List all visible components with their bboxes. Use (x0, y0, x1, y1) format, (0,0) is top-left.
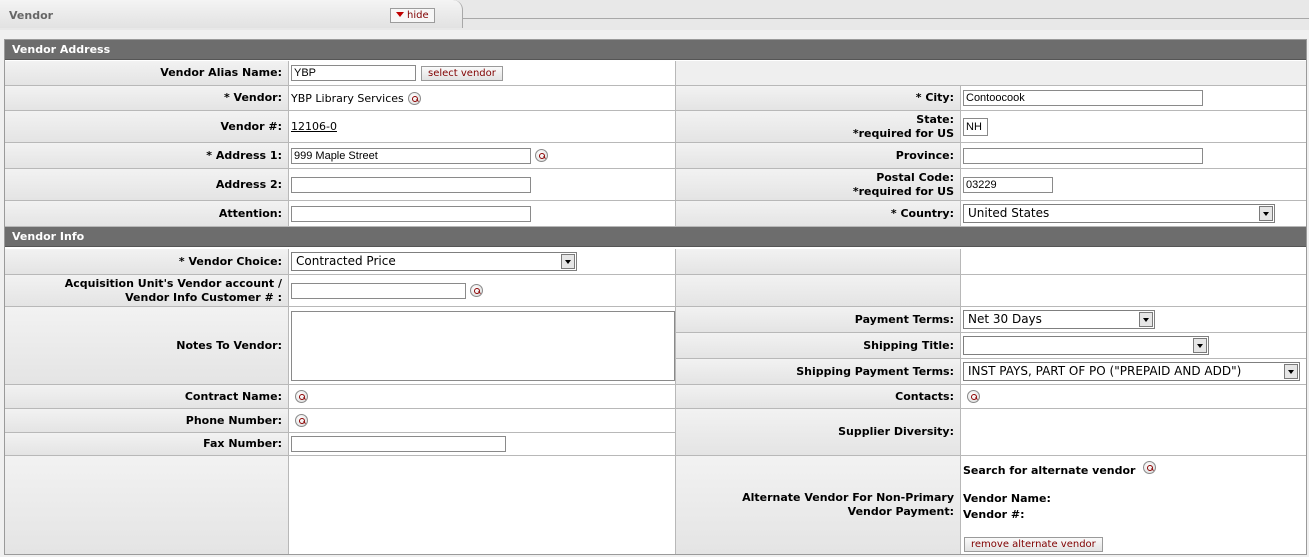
address2-input[interactable] (291, 176, 531, 193)
remove-alternate-vendor-button[interactable]: remove alternate vendor (964, 537, 1103, 552)
shipping-payment-select[interactable]: INST PAYS, PART OF PO ("PREPAID AND ADD"… (963, 362, 1300, 381)
vendor-panel: Vendor Address Vendor Alias Name: select… (4, 39, 1307, 555)
alias-label: Vendor Alias Name: (160, 66, 282, 79)
row-alias: Vendor Alias Name: select vendor (5, 61, 1306, 86)
row-vendor-choice: * Vendor Choice: Contracted Price (5, 249, 1306, 275)
acq-label-line1: Acquisition Unit's Vendor account / (64, 276, 282, 290)
fax-label: Fax Number: (203, 437, 282, 450)
acq-label-line2: Vendor Info Customer # : (125, 290, 282, 304)
attention-input[interactable] (291, 205, 531, 222)
row-shipping-title: Shipping Title: (676, 333, 1306, 359)
vendor-lookup-icon[interactable] (407, 91, 421, 105)
alt-search-label: Search for alternate vendor (963, 464, 1136, 477)
attention-label: Attention: (218, 206, 282, 220)
phone-label: Phone Number: (185, 413, 282, 427)
state-label: State: (916, 112, 954, 126)
alt-vendor-name-label: Vendor Name: (963, 492, 1051, 505)
shipping-title-label: Shipping Title: (863, 338, 954, 352)
contacts-label: Contacts: (895, 389, 954, 403)
alias-input[interactable] (291, 65, 416, 81)
row-phone: Phone Number: (5, 409, 676, 433)
province-label: Province: (895, 148, 954, 162)
province-input[interactable] (963, 147, 1203, 164)
row-address2-postal: Address 2: Postal Code: *required for US (5, 169, 1306, 201)
alt-vendor-label-line1: Alternate Vendor For Non-Primary (742, 491, 954, 504)
row-payment-terms: Payment Terms: Net 30 Days (676, 307, 1306, 333)
chevron-down-icon (1139, 312, 1153, 327)
chevron-down-icon (1193, 338, 1207, 353)
vendor-num-label: Vendor #: (220, 119, 282, 133)
shipping-payment-label: Shipping Payment Terms: (796, 364, 954, 378)
row-attention-country: Attention: * Country: United States (5, 201, 1306, 227)
acq-account-input[interactable] (291, 282, 466, 299)
section-header-vendor-address: Vendor Address (5, 40, 1306, 60)
address2-label: Address 2: (215, 177, 282, 191)
contacts-lookup-icon[interactable] (967, 390, 980, 403)
postal-required-note: *required for US (852, 184, 954, 198)
alt-vendor-label-line2: Vendor Payment: (847, 505, 954, 518)
notes-label: Notes To Vendor: (176, 338, 282, 352)
row-supplier-diversity: Supplier Diversity: (676, 409, 1306, 456)
state-required-note: *required for US (852, 126, 954, 140)
row-vendor-city: * Vendor: YBP Library Services * City: (5, 86, 1306, 111)
contract-lookup-icon[interactable] (295, 390, 308, 403)
chevron-down-icon (1284, 364, 1298, 379)
row-alternate-vendor: Alternate Vendor For Non-Primary Vendor P… (5, 456, 1306, 554)
hide-button[interactable]: hide (390, 8, 435, 23)
state-input[interactable] (963, 117, 988, 136)
acq-lookup-icon[interactable] (470, 284, 483, 297)
country-label: * Country: (890, 206, 954, 220)
row-address1-province: * Address 1: Province: (5, 143, 1306, 169)
payment-terms-select[interactable]: Net 30 Days (963, 310, 1155, 329)
address1-input[interactable] (291, 147, 531, 164)
alt-vendor-lookup-icon[interactable] (1143, 461, 1157, 474)
tab-bar: Vendor hide (0, 0, 1309, 30)
row-fax: Fax Number: (5, 433, 676, 456)
vendor-name-value: YBP Library Services (291, 91, 404, 105)
row-contract-contacts: Contract Name: Contacts: (5, 385, 1306, 409)
triangle-down-icon (396, 12, 404, 17)
chevron-down-icon (561, 254, 575, 269)
shipping-title-select[interactable] (963, 336, 1209, 355)
city-label: * City: (915, 91, 954, 104)
section-header-vendor-info: Vendor Info (5, 227, 1306, 247)
payment-terms-label: Payment Terms: (854, 312, 954, 326)
chevron-down-icon (1259, 206, 1273, 221)
postal-input[interactable] (963, 176, 1053, 193)
fax-input[interactable] (291, 436, 506, 452)
notes-textarea[interactable] (291, 310, 675, 381)
city-input[interactable] (963, 90, 1203, 106)
phone-lookup-icon[interactable] (295, 414, 308, 427)
alt-vendor-num-label: Vendor #: (963, 508, 1025, 521)
address-lookup-icon[interactable] (535, 149, 548, 162)
address1-label: * Address 1: (206, 148, 282, 162)
vendor-num-link[interactable]: 12106-0 (291, 120, 337, 133)
row-acquisition-account: Acquisition Unit's Vendor account / Vendo… (5, 275, 1306, 307)
row-vendor-num-state: Vendor #: 12106-0 State: *required for US (5, 111, 1306, 143)
contract-label: Contract Name: (184, 389, 282, 403)
vendor-choice-select[interactable]: Contracted Price (291, 252, 577, 271)
postal-label: Postal Code: (876, 170, 954, 184)
country-select[interactable]: United States (963, 204, 1275, 223)
vendor-label: * Vendor: (223, 91, 282, 104)
supplier-diversity-label: Supplier Diversity: (838, 425, 954, 438)
vendor-choice-label: * Vendor Choice: (178, 254, 282, 268)
select-vendor-button[interactable]: select vendor (421, 65, 503, 81)
tab-title: Vendor (9, 9, 54, 22)
row-shipping-payment: Shipping Payment Terms: INST PAYS, PART … (676, 359, 1306, 385)
